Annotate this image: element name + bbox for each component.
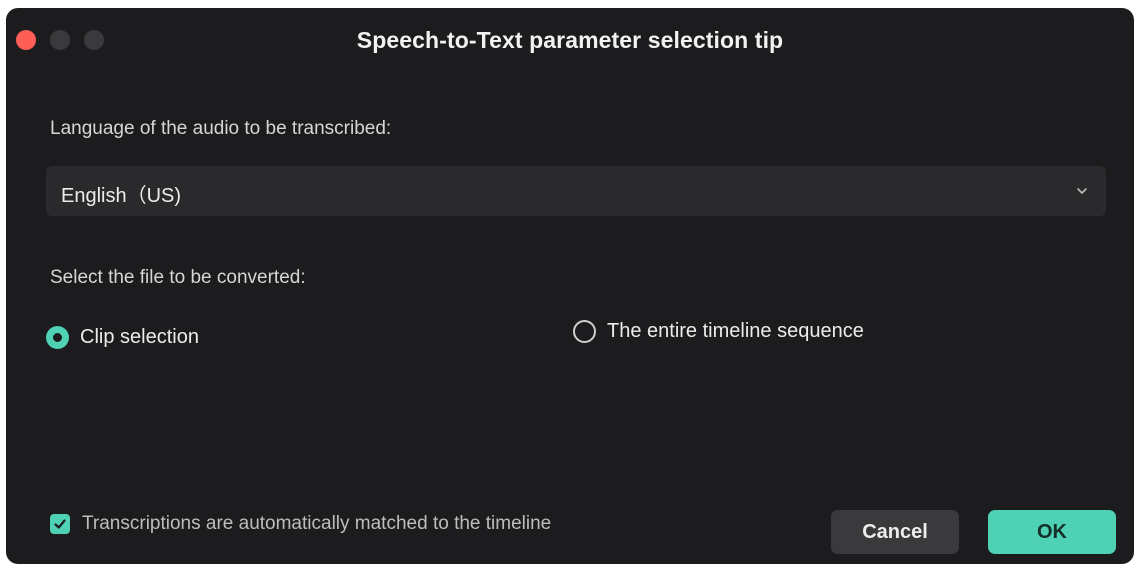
checkmark-icon	[50, 514, 70, 534]
match-timeline-checkbox[interactable]: Transcriptions are automatically matched…	[50, 513, 551, 535]
file-label: Select the file to be converted:	[50, 267, 306, 288]
radio-entire-timeline[interactable]: The entire timeline sequence	[573, 320, 864, 343]
title-bar: Speech-to-Text parameter selection tip	[6, 8, 1134, 70]
radio-clip-selection[interactable]: Clip selection	[46, 326, 199, 349]
cancel-button[interactable]: Cancel	[831, 510, 959, 554]
radio-checked-icon	[46, 326, 69, 349]
match-timeline-label: Transcriptions are automatically matched…	[82, 513, 552, 534]
language-select[interactable]: English（US)	[46, 166, 1106, 216]
radio-clip-selection-label: Clip selection	[80, 326, 199, 348]
ok-button[interactable]: OK	[988, 510, 1116, 554]
language-label: Language of the audio to be transcribed:	[50, 118, 392, 139]
radio-unchecked-icon	[573, 320, 596, 343]
radio-entire-timeline-label: The entire timeline sequence	[607, 320, 864, 342]
language-select-value: English（US)	[61, 185, 182, 207]
chevron-down-icon	[1077, 188, 1087, 194]
dialog-window: Speech-to-Text parameter selection tip L…	[6, 8, 1134, 564]
dialog-title: Speech-to-Text parameter selection tip	[356, 27, 784, 53]
